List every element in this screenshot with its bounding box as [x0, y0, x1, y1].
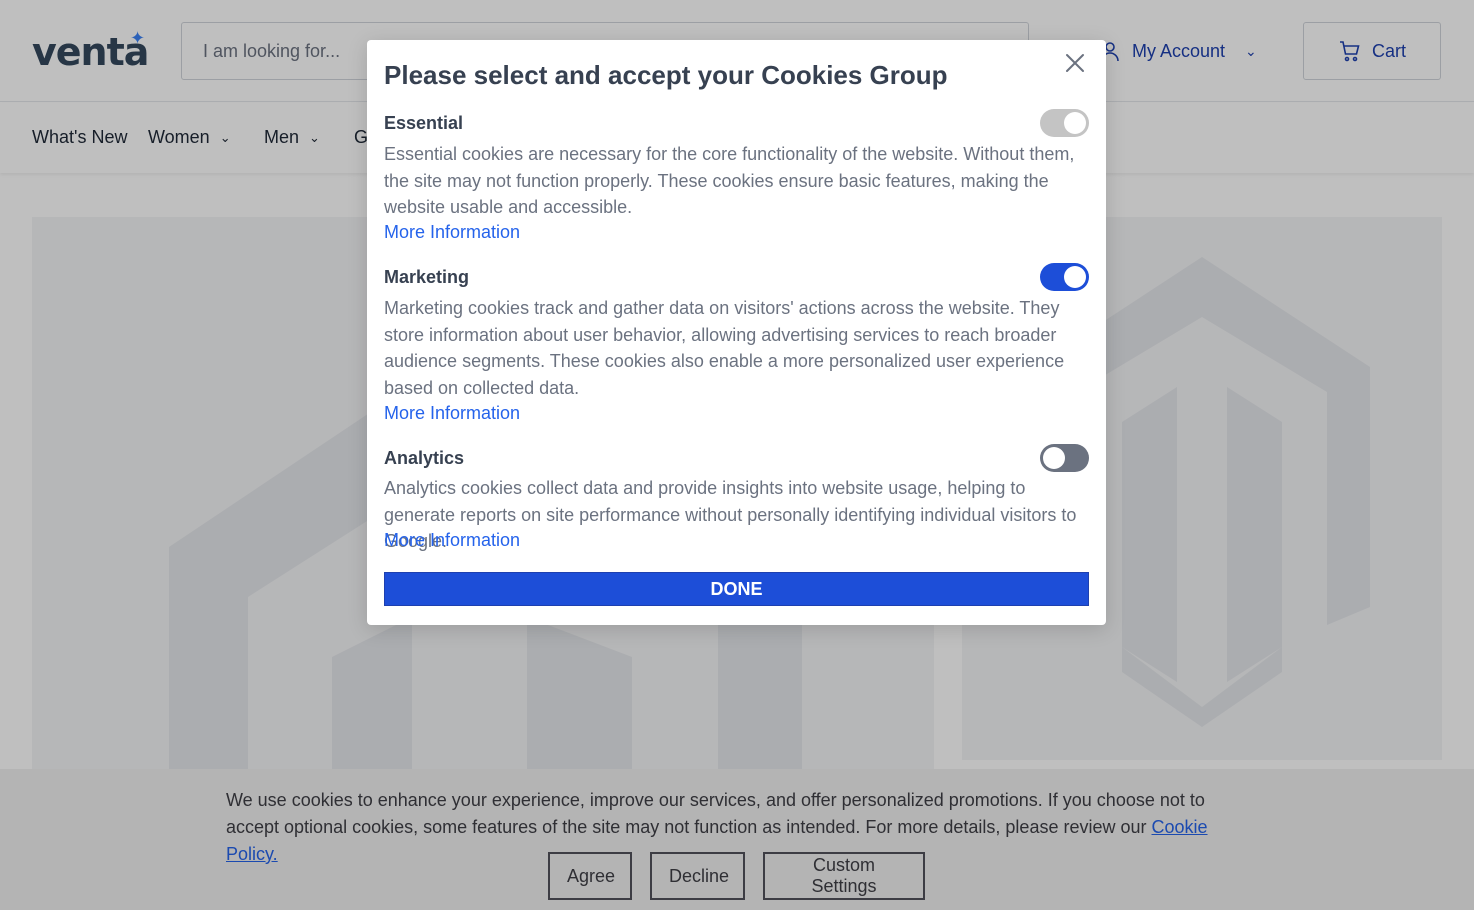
toggle-knob — [1043, 447, 1065, 469]
close-icon[interactable] — [1064, 52, 1086, 74]
toggle-knob — [1064, 266, 1086, 288]
toggle-knob — [1064, 112, 1086, 134]
more-information-link-essential[interactable]: More Information — [384, 222, 520, 243]
done-button[interactable]: DONE — [384, 572, 1089, 606]
section-title-analytics: Analytics — [384, 448, 465, 468]
modal-title: Please select and accept your Cookies Gr… — [384, 60, 948, 90]
essential-toggle[interactable] — [1040, 109, 1089, 137]
cookie-settings-modal: Please select and accept your Cookies Gr… — [367, 40, 1106, 625]
section-title-marketing: Marketing — [384, 267, 470, 287]
more-information-link-analytics[interactable]: More Information — [384, 530, 520, 551]
section-desc-essential: Essential cookies are necessary for the … — [384, 144, 1075, 217]
section-desc-marketing: Marketing cookies track and gather data … — [384, 298, 1065, 398]
marketing-toggle[interactable] — [1040, 263, 1089, 291]
section-title-essential: Essential — [384, 113, 464, 133]
more-information-link-marketing[interactable]: More Information — [384, 403, 520, 424]
analytics-toggle[interactable] — [1040, 444, 1089, 472]
